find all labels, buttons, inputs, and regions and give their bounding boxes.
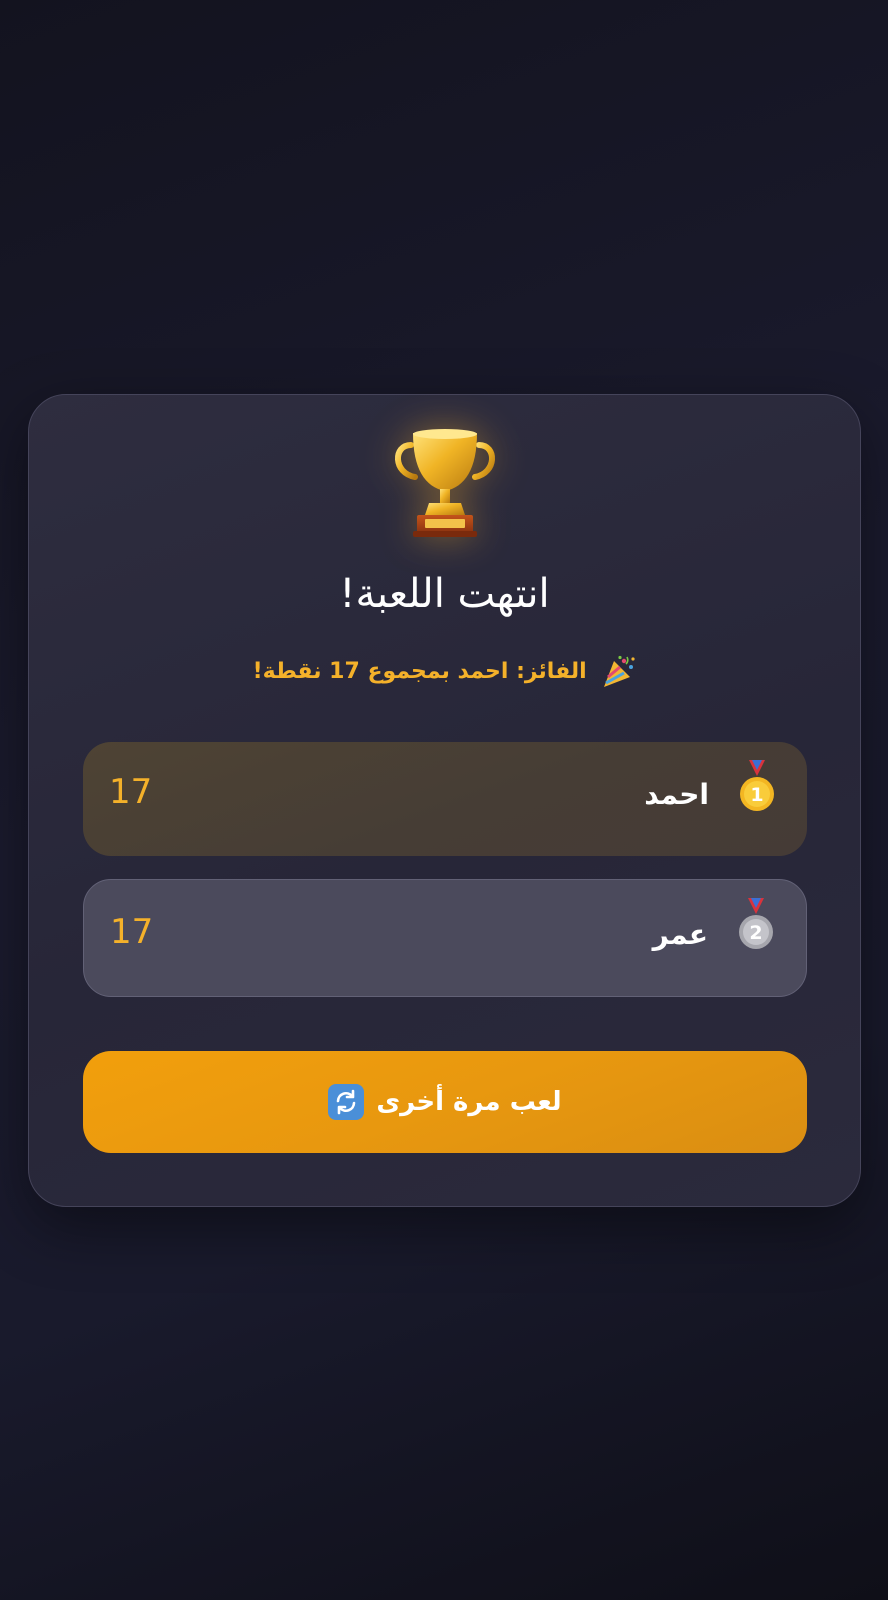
player-name: عمر bbox=[652, 918, 708, 951]
play-again-button[interactable]: لعب مرة أخرى bbox=[83, 1051, 807, 1153]
silver-medal-number: 2 bbox=[749, 922, 762, 944]
leaderboard-row-first: 1 احمد 17 bbox=[83, 742, 807, 856]
leaderboard-row-second: 2 عمر 17 bbox=[83, 879, 807, 997]
trophy-icon bbox=[394, 429, 495, 537]
game-over-card: انتهت اللعبة! الفائز: احمد بمجموع 17 نقط… bbox=[28, 394, 861, 1207]
winner-announcement: الفائز: احمد بمجموع 17 نقطة! bbox=[29, 655, 860, 689]
gold-medal-number: 1 bbox=[750, 784, 763, 806]
party-popper-icon bbox=[604, 655, 635, 687]
refresh-icon bbox=[328, 1084, 365, 1120]
gold-medal-icon: 1 bbox=[740, 760, 774, 811]
page-title: انتهت اللعبة! bbox=[339, 571, 550, 617]
player-score: 17 bbox=[110, 912, 154, 952]
silver-medal-icon: 2 bbox=[739, 898, 773, 949]
player-name: احمد bbox=[644, 778, 709, 811]
player-score: 17 bbox=[109, 772, 153, 812]
play-again-label: لعب مرة أخرى bbox=[376, 1087, 562, 1117]
winner-text: الفائز: احمد بمجموع 17 نقطة! bbox=[252, 659, 587, 684]
